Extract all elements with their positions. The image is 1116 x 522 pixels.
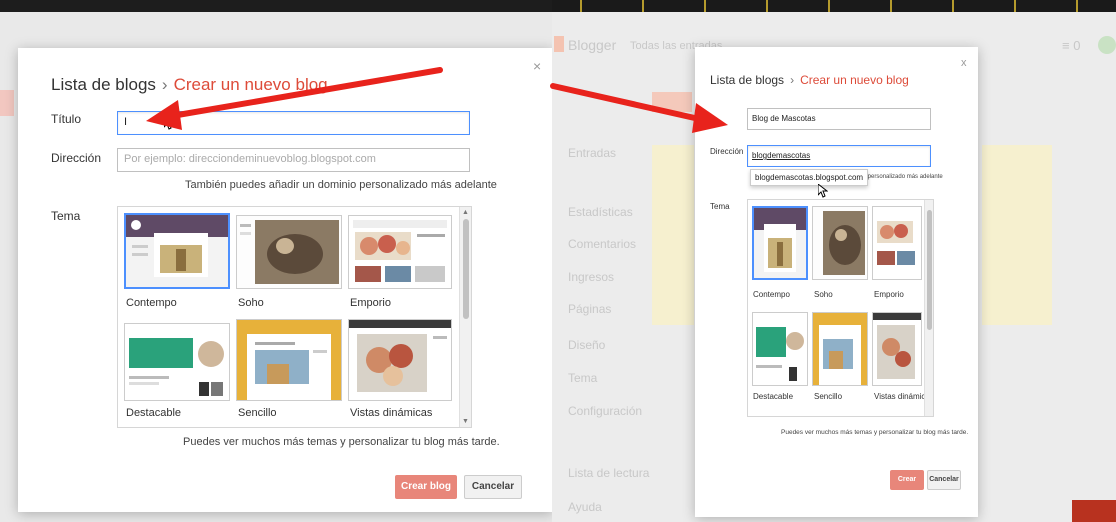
theme-scrollbar[interactable] [924, 200, 933, 416]
close-icon[interactable]: x [961, 57, 967, 69]
sidebar-item-comentarios[interactable]: Comentarios [568, 237, 636, 251]
screenshot-stage: Lista de blogs › Crear un nuevo blog × Tít… [0, 0, 1116, 522]
avatar[interactable] [1098, 36, 1116, 54]
cancel-button[interactable]: Cancelar [464, 475, 522, 499]
breadcrumb-separator: › [790, 73, 795, 87]
notice-box-ghost-right [982, 145, 1052, 325]
theme-name-soho[interactable]: Soho [814, 290, 833, 299]
sidebar-item-lista-de-lectura[interactable]: Lista de lectura [568, 466, 649, 480]
app-name: Blogger [568, 37, 617, 53]
theme-gallery: Contempo Soho Emporio Destacable Sencill… [117, 206, 472, 428]
address-hint: También puedes añadir un dominio persona… [185, 179, 497, 191]
theme-thumb-sencillo[interactable] [236, 319, 342, 401]
theme-name-contempo[interactable]: Contempo [753, 290, 790, 299]
themes-hint: Puedes ver muchos más temas y personaliz… [781, 429, 969, 436]
theme-label: Tema [51, 209, 81, 223]
theme-thumb-sencillo[interactable] [812, 312, 868, 386]
sidebar-item-diseno[interactable]: Diseño [568, 338, 605, 352]
theme-name-soho[interactable]: Soho [238, 297, 264, 309]
address-label: Dirección [710, 147, 744, 156]
new-post-button-ghost [652, 92, 692, 112]
theme-thumb-vistas-dinamicas[interactable] [348, 319, 452, 401]
scroll-thumb[interactable] [927, 210, 932, 330]
scroll-down-icon[interactable]: ▼ [462, 418, 469, 425]
address-input[interactable]: Por ejemplo: direcciondeminuevoblog.blog… [117, 148, 470, 172]
sidebar-item-ingresos[interactable]: Ingresos [568, 270, 614, 284]
sidebar-item-entradas[interactable]: Entradas [568, 146, 616, 160]
breadcrumb-lista-de-blogs[interactable]: Lista de blogs [51, 75, 156, 94]
dialog-breadcrumb: Lista de blogs › Crear un nuevo blog [710, 73, 909, 87]
theme-name-emporio[interactable]: Emporio [350, 297, 391, 309]
breadcrumb-lista-de-blogs[interactable]: Lista de blogs [710, 73, 784, 87]
scroll-up-icon[interactable]: ▲ [462, 209, 469, 216]
theme-thumb-vistas-dinamicas[interactable] [872, 312, 922, 386]
theme-name-destacable[interactable]: Destacable [753, 392, 793, 401]
theme-thumb-destacable[interactable] [752, 312, 808, 386]
theme-name-sencillo[interactable]: Sencillo [238, 407, 277, 419]
sidebar-item-tema[interactable]: Tema [568, 371, 597, 385]
sidebar-item-estadisticas[interactable]: Estadísticas [568, 205, 633, 219]
theme-thumb-destacable[interactable] [124, 323, 230, 401]
theme-thumb-contempo[interactable] [124, 213, 230, 289]
left-panel: Lista de blogs › Crear un nuevo blog × Tít… [0, 0, 552, 522]
scroll-thumb[interactable] [463, 219, 469, 319]
top-strip [0, 0, 552, 12]
sidebar-item-ayuda[interactable]: Ayuda [568, 500, 602, 514]
create-blog-dialog: Lista de blogs › Crear un nuevo blog × Tít… [18, 48, 552, 512]
breadcrumb-current: Crear un nuevo blog [173, 75, 328, 94]
title-label: Título [51, 112, 82, 126]
themes-hint: Puedes ver muchos más temas y personaliz… [183, 436, 500, 448]
theme-thumb-emporio[interactable] [872, 206, 922, 280]
theme-thumb-emporio[interactable] [348, 215, 452, 289]
create-blog-button[interactable]: Crear blog [395, 475, 457, 499]
sidebar-item-paginas[interactable]: Páginas [568, 302, 611, 316]
theme-scrollbar[interactable]: ▲ ▼ [459, 207, 471, 427]
close-icon[interactable]: × [533, 58, 541, 74]
theme-name-vistas-dinamicas[interactable]: Vistas dinámicas [350, 407, 432, 419]
dialog-breadcrumb: Lista de blogs › Crear un nuevo blog [51, 75, 328, 95]
address-label: Dirección [51, 151, 102, 165]
blogger-logo-icon [554, 36, 564, 52]
cancel-button[interactable]: Cancelar [927, 470, 961, 490]
top-strip [552, 0, 1116, 12]
right-panel: Blogger Todas las entradas ≡ 0 Entradas … [552, 0, 1116, 522]
title-input[interactable]: Blog de Mascotas [747, 108, 931, 130]
corner-widget [1072, 500, 1116, 522]
theme-gallery: Contempo Soho Emporio Destacable Sencill… [747, 199, 934, 417]
theme-name-emporio[interactable]: Emporio [874, 290, 904, 299]
create-blog-dialog-filled: Lista de blogs › Crear un nuevo blog x Blo… [695, 47, 978, 517]
sidebar-item-configuracion[interactable]: Configuración [568, 404, 642, 418]
mouse-cursor-icon [818, 184, 828, 198]
apps-icon[interactable]: ≡ 0 [1062, 38, 1080, 53]
theme-thumb-soho[interactable] [236, 215, 342, 289]
notice-box-ghost [652, 145, 694, 325]
create-blog-button[interactable]: Crear blog [890, 470, 924, 503]
theme-thumb-soho[interactable] [812, 206, 868, 280]
breadcrumb-current: Crear un nuevo blog [800, 73, 909, 87]
theme-name-destacable[interactable]: Destacable [126, 407, 181, 419]
breadcrumb-separator: › [161, 75, 168, 94]
theme-label: Tema [710, 202, 730, 211]
theme-name-sencillo[interactable]: Sencillo [814, 392, 842, 401]
background-accent [0, 90, 14, 116]
mouse-cursor-icon [164, 116, 174, 130]
theme-name-contempo[interactable]: Contempo [126, 297, 177, 309]
theme-thumb-contempo[interactable] [752, 206, 808, 280]
address-suggestion[interactable]: blogdemascotas.blogspot.com [750, 169, 869, 186]
address-input[interactable]: blogdemascotas [747, 145, 931, 167]
